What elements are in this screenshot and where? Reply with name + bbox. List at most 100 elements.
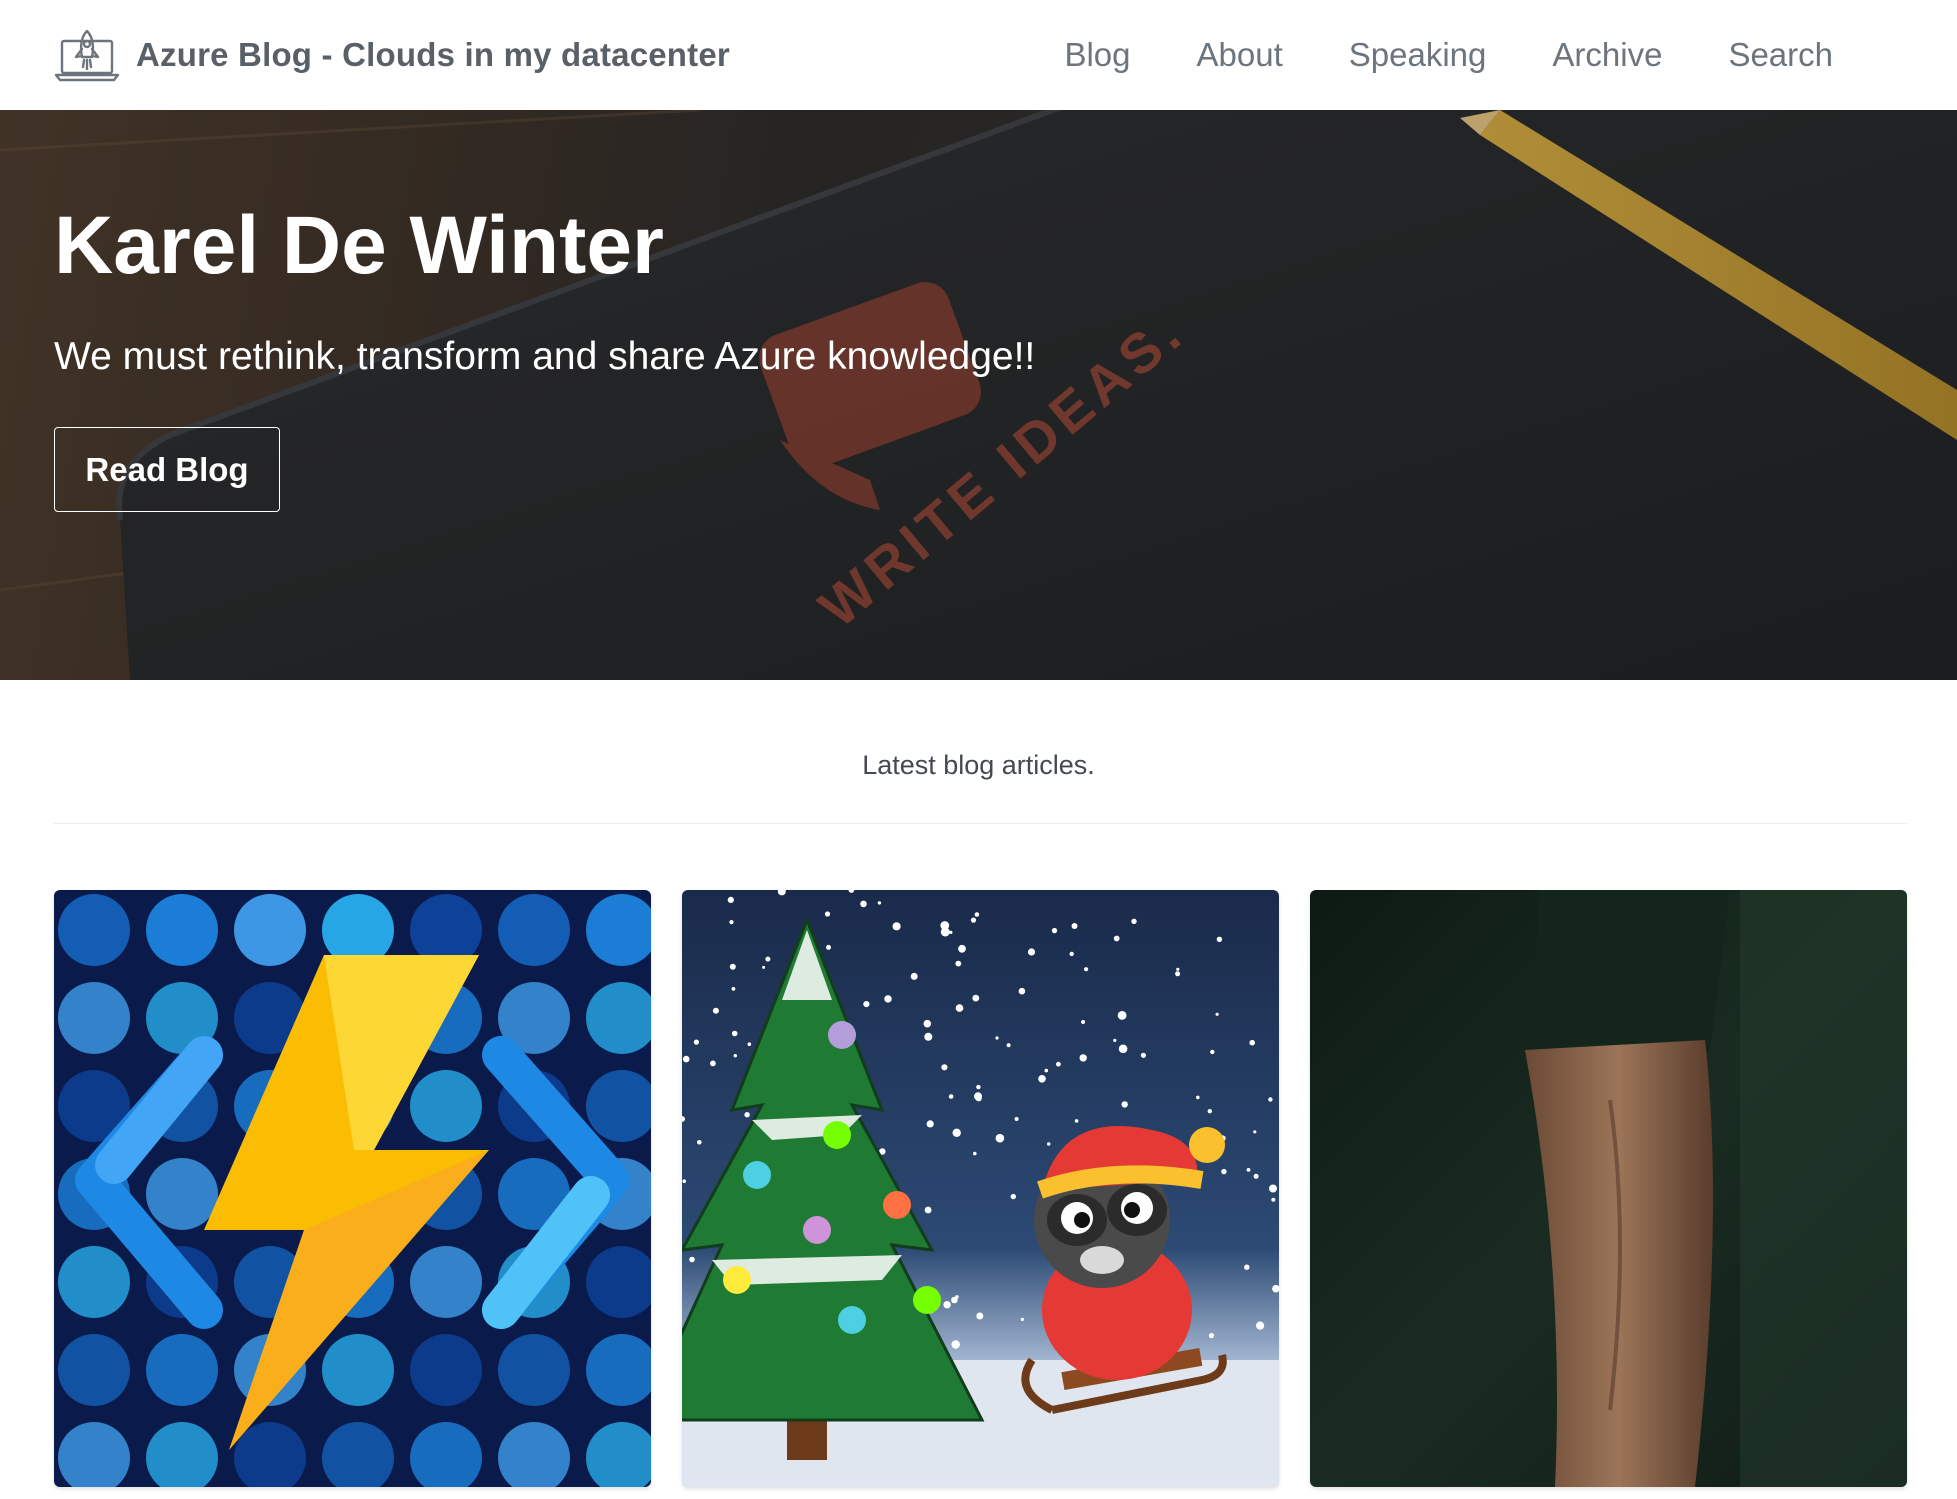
snowflake — [958, 944, 966, 953]
snowflake — [710, 1060, 716, 1067]
brand-title: Azure Blog - Clouds in my datacenter — [136, 36, 730, 73]
article-card-christmas[interactable] — [682, 890, 1279, 1487]
snowflake — [697, 1140, 702, 1145]
snowflake — [976, 1312, 984, 1320]
snowflake — [689, 1256, 695, 1263]
snowflake — [923, 1019, 932, 1028]
snowflake — [1113, 1038, 1117, 1042]
snowflake — [826, 944, 831, 950]
snowflake — [951, 1340, 960, 1349]
snowflake — [1069, 951, 1074, 957]
snowflake — [727, 896, 734, 903]
snowflake — [762, 965, 766, 969]
snowflake — [976, 1084, 981, 1090]
snowflake — [1216, 936, 1223, 942]
snowflake — [910, 972, 918, 980]
snowflake — [892, 922, 901, 931]
snowflake — [1244, 1264, 1250, 1270]
snowflake — [974, 912, 980, 917]
snowflake — [1006, 1043, 1011, 1048]
snowflake — [1020, 1317, 1024, 1321]
snowflake — [1121, 1101, 1128, 1108]
navbar: Azure Blog - Clouds in my datacenter Blo… — [0, 0, 1957, 110]
snowflake — [712, 1007, 719, 1014]
snowflake — [733, 1054, 737, 1058]
snowflake — [1215, 1012, 1219, 1016]
bokeh-dot — [146, 894, 218, 966]
nav-link-speaking[interactable]: Speaking — [1316, 36, 1520, 74]
snowflake — [1074, 1119, 1079, 1123]
snowflake — [824, 911, 831, 917]
snowflake — [1249, 1039, 1255, 1046]
snowflake — [1268, 1097, 1273, 1102]
snowflake — [729, 963, 736, 970]
nav-link-about[interactable]: About — [1164, 36, 1316, 74]
snowflake — [1207, 1109, 1212, 1114]
snowflake — [926, 1120, 934, 1128]
bokeh-dot — [498, 1334, 570, 1406]
article-card-azure-functions[interactable] — [54, 890, 651, 1487]
snowflake — [1175, 971, 1181, 977]
snowflake — [682, 1179, 686, 1183]
snowflake — [877, 901, 882, 905]
latest-articles-heading: Latest blog articles. — [862, 750, 1095, 780]
snowflake — [1014, 1117, 1019, 1121]
section-divider — [54, 823, 1908, 824]
snowflake — [731, 1030, 738, 1037]
hero-title: Karel De Winter — [54, 200, 664, 291]
hero-subtitle: We must rethink, transform and share Azu… — [54, 335, 1036, 378]
bokeh-dot — [498, 894, 570, 966]
snowflake — [1210, 1049, 1215, 1055]
snowflake — [955, 1295, 959, 1299]
snowflake — [1208, 1333, 1215, 1339]
nav-link-archive[interactable]: Archive — [1519, 36, 1695, 74]
snowflake — [940, 921, 950, 930]
snowflake — [1027, 948, 1036, 956]
snowflake — [1071, 923, 1078, 929]
snowflake — [1018, 987, 1026, 995]
brand-link[interactable]: Azure Blog - Clouds in my datacenter — [54, 27, 730, 83]
bokeh-dot — [410, 1246, 482, 1318]
snowflake — [948, 1094, 954, 1099]
snowflake — [995, 1036, 999, 1040]
snowflake — [1010, 1193, 1016, 1200]
snowflake — [1056, 1061, 1061, 1067]
nav-link-search[interactable]: Search — [1695, 36, 1833, 74]
bokeh-dot — [322, 1334, 394, 1406]
snowflake — [1117, 1011, 1127, 1020]
snowflake — [1079, 1054, 1087, 1062]
bokeh-dot — [58, 894, 130, 966]
nav-link-blog[interactable]: Blog — [1031, 36, 1163, 74]
snowflake — [972, 994, 980, 1002]
snowflake — [1084, 967, 1089, 972]
snowflake — [1196, 1095, 1200, 1100]
bokeh-dot — [58, 982, 130, 1054]
snowflake — [941, 1064, 948, 1071]
bokeh-dot — [58, 1246, 130, 1318]
snowflake — [1113, 935, 1120, 942]
snowflake — [1253, 1130, 1257, 1134]
snowflake — [1131, 918, 1137, 924]
bokeh-dot — [58, 1334, 130, 1406]
snowflake — [943, 1301, 951, 1309]
snowflake — [970, 917, 977, 923]
snowflake — [747, 1042, 752, 1046]
snowflake — [955, 960, 962, 967]
snowflake — [975, 1095, 982, 1102]
snowflake — [1044, 1068, 1049, 1073]
snowflake — [765, 956, 771, 962]
snowflake — [1038, 1075, 1046, 1083]
snowflake — [1269, 1184, 1277, 1193]
bokeh-dot — [146, 1334, 218, 1406]
nav-links: Blog About Speaking Archive Search — [1031, 36, 1833, 74]
hero-section: Karel De Winter We must rethink, transfo… — [0, 110, 1957, 680]
snowflake — [860, 900, 867, 908]
snowflake — [1253, 1173, 1259, 1179]
snowflake — [863, 1001, 870, 1008]
snowflake — [924, 1206, 932, 1214]
snowflake — [1221, 1168, 1227, 1175]
article-card-arm-photo[interactable] — [1310, 890, 1907, 1487]
bokeh-dot — [410, 1334, 482, 1406]
read-blog-button[interactable]: Read Blog — [54, 427, 280, 512]
snowflake — [1256, 1321, 1265, 1330]
